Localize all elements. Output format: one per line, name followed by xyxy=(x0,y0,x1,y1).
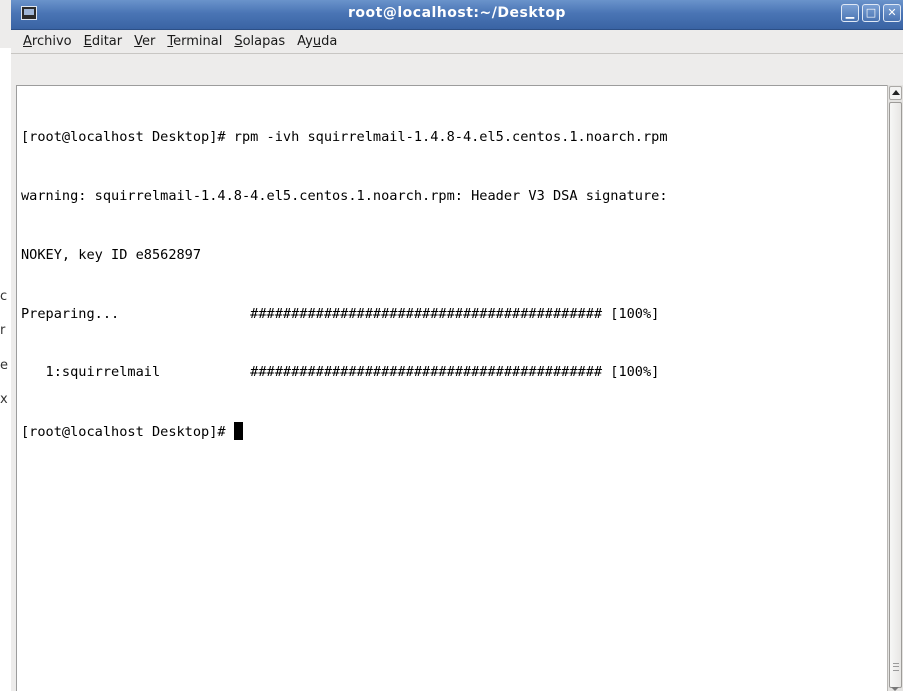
background-text-fragment: x xyxy=(0,392,8,407)
shell-prompt: [root@localhost Desktop]# xyxy=(21,424,234,441)
menu-editar[interactable]: Editar xyxy=(78,32,129,51)
vertical-scrollbar[interactable] xyxy=(887,85,903,691)
terminal-container: [root@localhost Desktop]# rpm -ivh squir… xyxy=(16,85,903,691)
scroll-up-arrow-icon[interactable] xyxy=(889,86,902,100)
grip-icon xyxy=(893,663,899,671)
terminal-line: Preparing... ###########################… xyxy=(21,305,660,322)
close-icon: ✕ xyxy=(887,6,897,19)
background-text-fragment: e xyxy=(0,358,8,373)
terminal-line: [root@localhost Desktop]# rpm -ivh squir… xyxy=(21,129,668,146)
window-title: root@localhost:~/Desktop xyxy=(348,5,566,21)
terminal-text: [root@localhost Desktop]# rpm -ivh squir… xyxy=(21,89,668,481)
window-controls: ▁ □ ✕ xyxy=(841,4,901,22)
menu-solapas[interactable]: Solapas xyxy=(228,32,291,51)
terminal-line: NOKEY, key ID e8562897 xyxy=(21,246,202,263)
terminal-line: 1:squirrelmail #########################… xyxy=(21,364,660,381)
title-bar[interactable]: root@localhost:~/Desktop ▁ □ ✕ xyxy=(11,0,903,30)
minimize-icon: ▁ xyxy=(845,6,855,19)
maximize-icon: □ xyxy=(865,6,877,19)
menu-bar: Archivo Editar Ver Terminal Solapas Ayud… xyxy=(11,30,903,54)
menu-archivo[interactable]: Archivo xyxy=(17,32,78,51)
terminal-output[interactable]: [root@localhost Desktop]# rpm -ivh squir… xyxy=(16,85,887,691)
menu-ayuda[interactable]: Ayuda xyxy=(291,32,343,51)
terminal-window: c r e x root@localhost:~/Desktop ▁ □ ✕ A… xyxy=(0,0,903,691)
background-text-fragment: c xyxy=(0,289,8,304)
text-cursor xyxy=(233,422,243,441)
scroll-down-arrow-icon[interactable] xyxy=(889,687,902,691)
menu-ver[interactable]: Ver xyxy=(128,32,161,51)
close-button[interactable]: ✕ xyxy=(883,4,901,22)
menu-terminal[interactable]: Terminal xyxy=(161,32,228,51)
terminal-prompt-line: [root@localhost Desktop]# xyxy=(21,422,668,442)
scroll-thumb[interactable] xyxy=(889,102,902,688)
background-text-fragment: r xyxy=(0,323,6,338)
terminal-line: warning: squirrelmail-1.4.8-4.el5.centos… xyxy=(21,187,668,204)
maximize-button[interactable]: □ xyxy=(862,4,880,22)
minimize-button[interactable]: ▁ xyxy=(841,4,859,22)
